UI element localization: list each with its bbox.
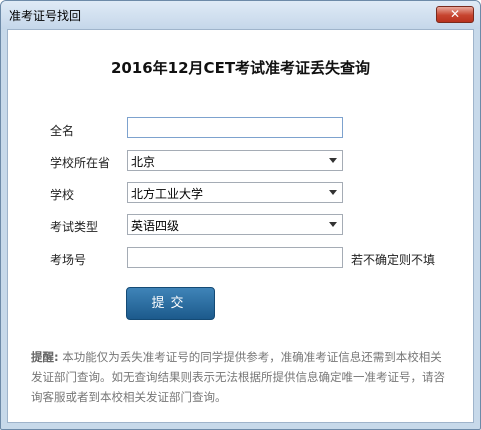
room-input[interactable] bbox=[127, 247, 343, 268]
school-label: 学校 bbox=[50, 188, 75, 202]
chevron-down-icon bbox=[329, 190, 337, 195]
dialog-window: 准考证号找回 ✕ 2016年12月CET考试准考证丢失查询 全名 学校所在省 北… bbox=[0, 0, 481, 430]
notice-title: 提醒: bbox=[31, 350, 59, 364]
province-label: 学校所在省 bbox=[50, 156, 111, 170]
room-label: 考场号 bbox=[50, 253, 87, 267]
window-title: 准考证号找回 bbox=[9, 9, 82, 23]
notice-text: 提醒: 本功能仅为丢失准考证号的同学提供参考，准确准考证信息还需到本校相关发证部… bbox=[31, 347, 451, 407]
chevron-down-icon bbox=[329, 158, 337, 163]
school-value: 北方工业大学 bbox=[131, 187, 204, 201]
name-label: 全名 bbox=[50, 124, 75, 138]
province-select[interactable]: 北京 bbox=[127, 150, 343, 171]
dialog-content: 2016年12月CET考试准考证丢失查询 全名 学校所在省 北京 学校 北方工业… bbox=[7, 29, 474, 423]
notice-body: 本功能仅为丢失准考证号的同学提供参考，准确准考证信息还需到本校相关发证部门查询。… bbox=[31, 350, 445, 404]
chevron-down-icon bbox=[329, 222, 337, 227]
close-button[interactable]: ✕ bbox=[436, 6, 474, 23]
room-hint: 若不确定则不填 bbox=[351, 253, 436, 267]
submit-button[interactable]: 提交 bbox=[126, 287, 215, 320]
close-icon: ✕ bbox=[449, 7, 461, 21]
name-input[interactable] bbox=[127, 117, 343, 138]
province-value: 北京 bbox=[131, 155, 156, 169]
exam-type-value: 英语四级 bbox=[131, 219, 180, 233]
school-select[interactable]: 北方工业大学 bbox=[127, 182, 343, 203]
page-title: 2016年12月CET考试准考证丢失查询 bbox=[110, 59, 371, 77]
title-bar: 准考证号找回 ✕ bbox=[1, 1, 480, 29]
exam-type-select[interactable]: 英语四级 bbox=[127, 214, 343, 235]
exam-type-label: 考试类型 bbox=[50, 220, 99, 234]
